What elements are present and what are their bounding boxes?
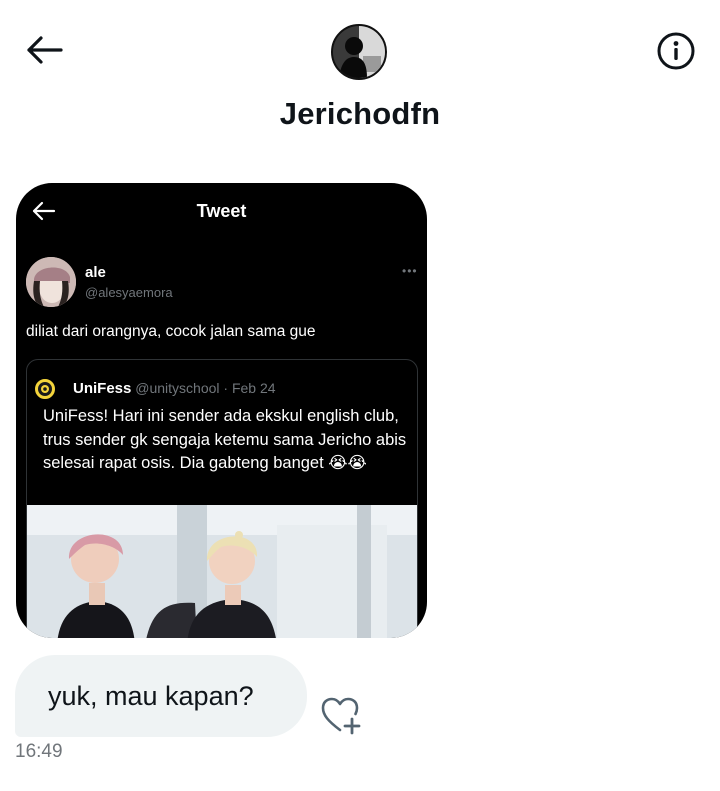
avatar-silhouette-image — [333, 26, 385, 78]
conversation-username: Jerichodfn — [279, 96, 441, 131]
more-dots-icon: ••• — [402, 264, 418, 278]
message-text: yuk, mau kapan? — [48, 680, 254, 711]
tweet-author-handle: @alesyaemora — [85, 285, 173, 300]
quote-account-handle: @unityschool — [135, 380, 220, 396]
quote-account-name: UniFess — [73, 380, 132, 397]
quote-date: Feb 24 — [231, 380, 276, 396]
back-button[interactable] — [22, 28, 68, 72]
quote-photo — [27, 505, 417, 638]
author-photo-image — [26, 257, 76, 307]
quote-photo-image — [27, 505, 417, 638]
school-emblem-icon — [38, 382, 52, 396]
conversation-avatar[interactable] — [331, 24, 387, 80]
tweet-author-name: ale — [85, 264, 106, 281]
info-button[interactable] — [652, 27, 700, 75]
heart-plus-icon — [321, 697, 361, 735]
tweet-text: diliat dari orangnya, cocok jalan sama g… — [26, 323, 316, 340]
message-timestamp: 16:49 — [15, 741, 63, 762]
add-reaction-button[interactable] — [320, 696, 362, 736]
tweet-author-avatar — [26, 257, 76, 307]
shared-tweet-card[interactable]: Tweet ale @alesyaemora ••• diliat dari o… — [16, 183, 427, 638]
quote-separator: · — [223, 380, 229, 396]
card-screen-title: Tweet — [196, 201, 247, 221]
quote-text: UniFess! Hari ini sender ada ekskul engl… — [43, 407, 407, 472]
info-circle-icon — [657, 32, 695, 70]
quote-account-avatar — [33, 377, 57, 401]
quote-header: UniFess @unityschool · Feb 24 — [73, 380, 276, 397]
message-bubble[interactable]: yuk, mau kapan? — [15, 655, 307, 737]
arrow-left-icon — [27, 36, 63, 64]
